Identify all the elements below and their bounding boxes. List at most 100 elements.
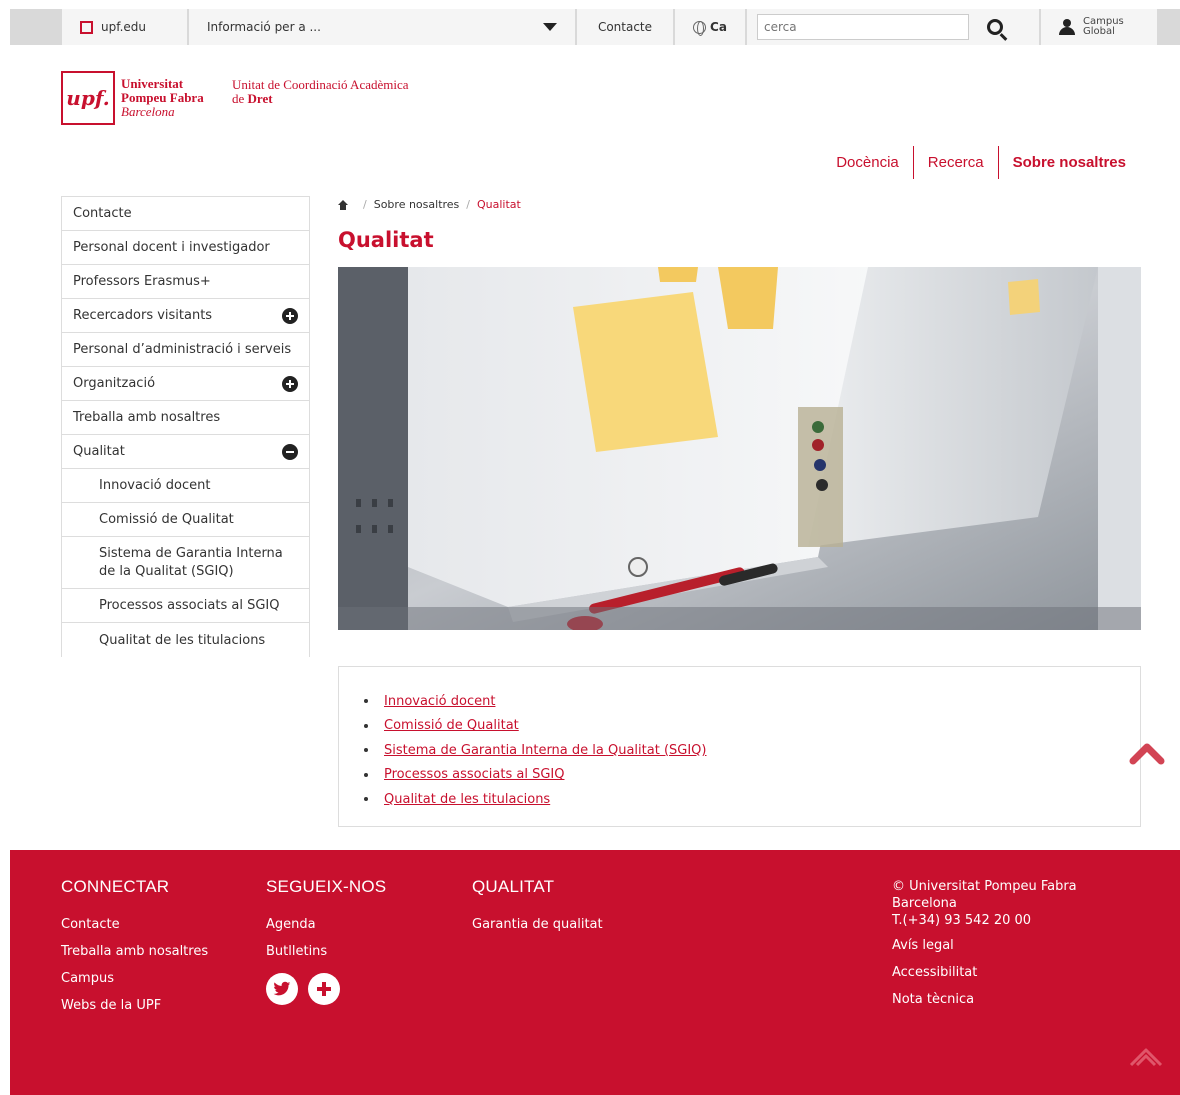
campus-global-link[interactable]: Campus Global xyxy=(1041,9,1157,45)
home-icon[interactable] xyxy=(338,199,348,210)
sidebar-subitem-label: Qualitat de les titulacions xyxy=(99,632,266,648)
list-item: Innovació docent xyxy=(361,689,1140,714)
social-icons xyxy=(266,973,386,1005)
unit-line-2-bold: Dret xyxy=(247,91,273,106)
chevron-up-outline-icon[interactable] xyxy=(1127,1042,1165,1070)
footer-phone: T.(+34) 93 542 20 00 xyxy=(892,913,1032,928)
upf-logo-text: Universitat Pompeu Fabra Barcelona xyxy=(121,77,204,125)
footer-info: © Universitat Pompeu Fabra Barcelona T.(… xyxy=(892,878,1077,1019)
sidebar-item-label: Recercadors visitants xyxy=(73,308,213,323)
contact-link[interactable]: Contacte xyxy=(577,9,673,45)
sidebar-subitem-titulacions[interactable]: Qualitat de les titulacions xyxy=(62,623,309,657)
plus-circle-icon[interactable] xyxy=(282,375,298,392)
search-input[interactable] xyxy=(757,14,969,40)
sidebar-item-recercadors[interactable]: Recercadors visitants xyxy=(62,299,309,333)
link-innovacio-docent[interactable]: Innovació docent xyxy=(384,694,495,709)
breadcrumb-parent[interactable]: Sobre nosaltres xyxy=(374,198,460,211)
footer-segueix: SEGUEIX-NOS Agenda Butlletins xyxy=(266,877,386,1005)
sidebar-item-contacte[interactable]: Contacte xyxy=(62,197,309,231)
footer-link-avis-legal[interactable]: Avís legal xyxy=(892,938,1077,965)
breadcrumb-separator: / xyxy=(363,198,367,211)
link-qualitat-titulacions[interactable]: Qualitat de les titulacions xyxy=(384,792,550,807)
global-label: Global xyxy=(1083,26,1115,37)
footer-link-nota-tecnica[interactable]: Nota tècnica xyxy=(892,992,1077,1019)
plus-circle-icon[interactable] xyxy=(282,307,298,324)
globe-icon xyxy=(693,20,707,36)
main-nav: Docència Recerca Sobre nosaltres xyxy=(822,146,1140,179)
nav-recerca[interactable]: Recerca xyxy=(914,146,999,179)
info-for-dropdown[interactable]: Informació per a ... xyxy=(189,9,575,45)
nav-docencia[interactable]: Docència xyxy=(822,146,914,179)
page-title: Qualitat xyxy=(338,228,434,252)
logo-line-1: Universitat xyxy=(121,76,184,91)
list-item: Sistema de Garantia Interna de la Qualit… xyxy=(361,738,1140,763)
footer-connectar: CONNECTAR Contacte Treballa amb nosaltre… xyxy=(61,877,208,1025)
sidebar-item-label: Contacte xyxy=(73,206,132,221)
sidebar-item-label: Organització xyxy=(73,376,156,391)
sidebar-item-qualitat[interactable]: Qualitat xyxy=(62,435,309,469)
footer-link-accessibilitat[interactable]: Accessibilitat xyxy=(892,965,1077,992)
sidebar-subitem-label: Sistema de Garantia Interna de la Qualit… xyxy=(99,545,283,579)
link-comissio-qualitat[interactable]: Comissió de Qualitat xyxy=(384,718,519,733)
link-list-box: Innovació docent Comissió de Qualitat Si… xyxy=(338,666,1141,827)
list-item: Processos associats al SGIQ xyxy=(361,763,1140,788)
list-item: Comissió de Qualitat xyxy=(361,714,1140,739)
breadcrumb: / Sobre nosaltres / Qualitat xyxy=(338,198,521,211)
unit-name[interactable]: Unitat de Coordinació Acadèmica de Dret xyxy=(232,78,409,106)
breadcrumb-current: Qualitat xyxy=(477,198,521,211)
user-icon xyxy=(1059,19,1075,35)
sidebar-subitem-label: Comissió de Qualitat xyxy=(99,512,234,527)
more-social-icon[interactable] xyxy=(308,973,340,1005)
sidebar-item-label: Professors Erasmus+ xyxy=(73,274,211,289)
sidebar-subitem-comissio[interactable]: Comissió de Qualitat xyxy=(62,503,309,537)
list-item: Qualitat de les titulacions xyxy=(361,787,1140,812)
caret-down-icon xyxy=(543,23,557,31)
sidebar-item-treballa[interactable]: Treballa amb nosaltres xyxy=(62,401,309,435)
link-sgiq[interactable]: Sistema de Garantia Interna de la Qualit… xyxy=(384,743,706,758)
sidebar-item-pdi[interactable]: Personal docent i investigador xyxy=(62,231,309,265)
sidebar-item-label: Treballa amb nosaltres xyxy=(73,410,221,425)
sidebar-subitem-label: Processos associats al SGIQ xyxy=(99,598,280,613)
chevron-up-icon[interactable] xyxy=(1129,741,1165,765)
logo-line-2: Pompeu Fabra xyxy=(121,90,204,105)
square-icon xyxy=(80,20,93,34)
footer-link-agenda[interactable]: Agenda xyxy=(266,917,386,944)
upf-edu-link[interactable]: upf.edu xyxy=(62,9,187,45)
unit-line-2-prefix: de xyxy=(232,91,248,106)
footer-link-garantia[interactable]: Garantia de qualitat xyxy=(472,917,603,944)
footer-heading: SEGUEIX-NOS xyxy=(266,877,387,896)
upf-logo-mark: upf. xyxy=(61,71,115,125)
sidebar-menu: Contacte Personal docent i investigador … xyxy=(61,196,310,657)
sidebar-item-label: Qualitat xyxy=(73,444,125,459)
nav-sobre-nosaltres[interactable]: Sobre nosaltres xyxy=(999,146,1140,179)
link-processos-sgiq[interactable]: Processos associats al SGIQ xyxy=(384,767,564,782)
sidebar-item-pas[interactable]: Personal d’administració i serveis xyxy=(62,333,309,367)
sidebar-subitem-processos[interactable]: Processos associats al SGIQ xyxy=(62,589,309,623)
language-label: Ca xyxy=(710,20,727,34)
footer-link-butlletins[interactable]: Butlletins xyxy=(266,944,386,971)
upf-edu-label: upf.edu xyxy=(101,20,146,34)
footer: CONNECTAR Contacte Treballa amb nosaltre… xyxy=(10,850,1180,1095)
footer-link-treballa[interactable]: Treballa amb nosaltres xyxy=(61,944,208,971)
sidebar-item-label: Personal d’administració i serveis xyxy=(73,342,292,357)
footer-address: © Universitat Pompeu Fabra Barcelona T.(… xyxy=(892,878,1077,929)
breadcrumb-separator: / xyxy=(466,198,470,211)
twitter-icon[interactable] xyxy=(266,973,298,1005)
language-selector[interactable]: Ca xyxy=(675,9,745,45)
sidebar-subitem-innovacio[interactable]: Innovació docent xyxy=(62,469,309,503)
sidebar-item-organitzacio[interactable]: Organització xyxy=(62,367,309,401)
footer-link-webs[interactable]: Webs de la UPF xyxy=(61,998,208,1025)
footer-qualitat: QUALITAT Garantia de qualitat xyxy=(472,877,603,944)
search-icon[interactable] xyxy=(987,19,1003,35)
footer-heading: QUALITAT xyxy=(472,877,555,896)
minus-circle-icon[interactable] xyxy=(282,443,298,460)
footer-link-contacte[interactable]: Contacte xyxy=(61,917,208,944)
sidebar-subitem-sgiq[interactable]: Sistema de Garantia Interna de la Qualit… xyxy=(62,537,309,589)
search-area xyxy=(747,9,1039,45)
top-bar: upf.edu Informació per a ... Contacte Ca… xyxy=(10,9,1180,45)
footer-link-campus[interactable]: Campus xyxy=(61,971,208,998)
hero-image xyxy=(338,267,1141,630)
sidebar-item-erasmus[interactable]: Professors Erasmus+ xyxy=(62,265,309,299)
sidebar-subitem-label: Innovació docent xyxy=(99,478,211,493)
upf-logo[interactable]: upf. Universitat Pompeu Fabra Barcelona xyxy=(61,71,204,125)
